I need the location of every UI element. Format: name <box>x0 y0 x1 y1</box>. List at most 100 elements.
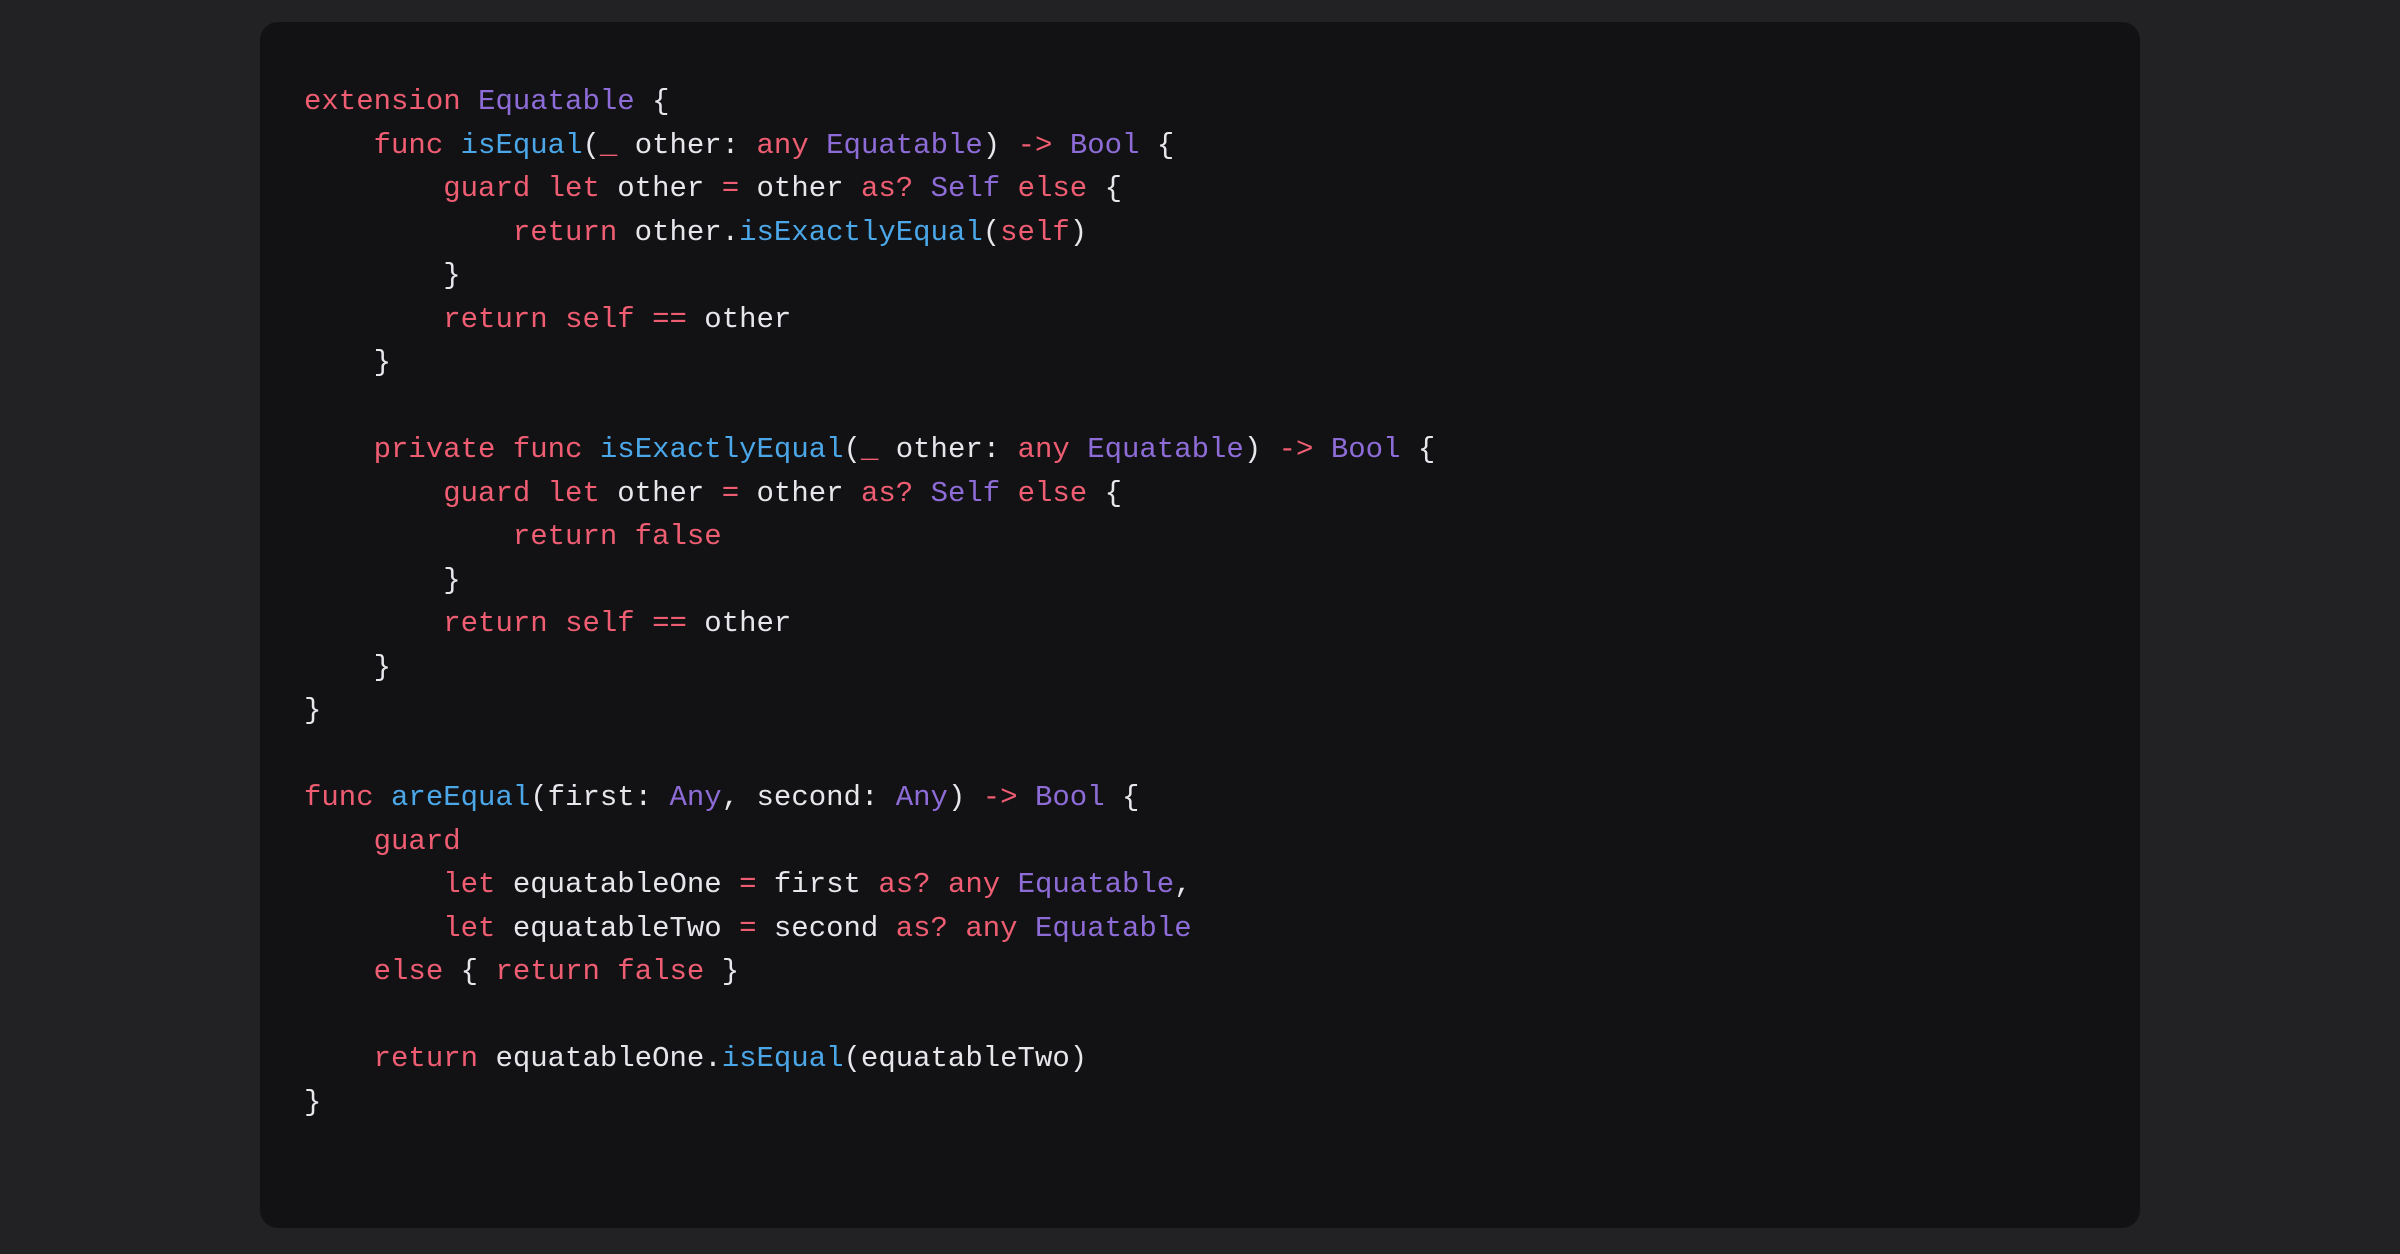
code-token-kw: _ <box>600 129 617 162</box>
code-token-plain <box>913 477 930 510</box>
code-token-plain: } <box>304 346 391 379</box>
code-token-kw: func <box>513 433 583 466</box>
code-token-plain <box>931 868 948 901</box>
code-token-plain: equatableTwo <box>495 912 739 945</box>
code-token-plain <box>600 955 617 988</box>
code-token-type: Self <box>931 477 1001 510</box>
code-token-kw: else <box>1018 477 1088 510</box>
code-token-plain <box>530 477 547 510</box>
code-token-kw: let <box>548 477 600 510</box>
code-token-plain <box>374 781 391 814</box>
code-token-kw: return <box>495 955 599 988</box>
code-token-kw: extension <box>304 85 461 118</box>
code-token-eq: == <box>652 607 687 640</box>
code-token-kw: func <box>304 781 374 814</box>
code-token-type: Bool <box>1331 433 1401 466</box>
code-token-plain <box>1070 433 1087 466</box>
code-token-kw: as? <box>861 477 913 510</box>
code-token-plain <box>530 172 547 205</box>
code-token-plain: other <box>739 477 861 510</box>
code-token-eq: -> <box>983 781 1018 814</box>
code-token-plain <box>304 477 443 510</box>
code-token-fn: isExactlyEqual <box>600 433 844 466</box>
code-token-plain <box>809 129 826 162</box>
code-token-kw: return <box>443 607 547 640</box>
code-token-plain: { <box>1087 477 1122 510</box>
code-token-plain: } <box>704 955 739 988</box>
code-token-plain <box>635 303 652 336</box>
code-token-plain: other: <box>617 129 756 162</box>
code-token-plain: ( <box>844 433 861 466</box>
code-token-self: self <box>565 607 635 640</box>
code-token-plain: ) <box>983 129 1018 162</box>
code-token-plain: { <box>635 85 670 118</box>
code-token-plain <box>304 129 374 162</box>
code-token-plain: other <box>739 172 861 205</box>
code-token-eq: == <box>652 303 687 336</box>
code-token-plain: , second: <box>722 781 896 814</box>
code-token-kw: else <box>374 955 444 988</box>
code-token-plain <box>1000 868 1017 901</box>
code-token-plain <box>304 433 374 466</box>
code-token-lit: false <box>635 520 722 553</box>
code-token-plain: } <box>304 694 321 727</box>
code-token-plain: other <box>687 303 791 336</box>
code-token-kw: let <box>443 912 495 945</box>
code-token-kw: any <box>948 868 1000 901</box>
code-token-fn: isEqual <box>722 1042 844 1075</box>
code-token-plain <box>635 607 652 640</box>
code-token-kw: _ <box>861 433 878 466</box>
code-token-plain <box>304 607 443 640</box>
code-token-plain: equatableOne <box>495 868 739 901</box>
code-token-plain: other <box>600 477 722 510</box>
code-token-kw: any <box>1018 433 1070 466</box>
code-token-kw: func <box>374 129 444 162</box>
code-token-type: Any <box>670 781 722 814</box>
code-token-plain: other <box>600 172 722 205</box>
code-block[interactable]: extension Equatable { func isEqual(_ oth… <box>304 80 2096 1124</box>
code-token-kw: let <box>548 172 600 205</box>
code-token-plain: { <box>1105 781 1140 814</box>
code-token-plain <box>304 172 443 205</box>
code-token-plain: } <box>304 564 461 597</box>
code-token-plain: ( <box>983 216 1000 249</box>
code-token-plain <box>304 912 443 945</box>
code-token-fn: areEqual <box>391 781 530 814</box>
code-token-fn: isExactlyEqual <box>739 216 983 249</box>
code-token-plain <box>461 85 478 118</box>
code-token-plain <box>304 955 374 988</box>
code-token-eq: = <box>739 868 756 901</box>
code-token-plain: { <box>1401 433 1436 466</box>
code-token-plain <box>304 868 443 901</box>
code-token-plain: other <box>687 607 791 640</box>
code-token-plain <box>1000 477 1017 510</box>
code-token-eq: = <box>722 477 739 510</box>
code-token-type: Bool <box>1035 781 1105 814</box>
code-token-eq: -> <box>1018 129 1053 162</box>
code-token-type: Equatable <box>1018 868 1175 901</box>
code-token-plain: ) <box>1070 216 1087 249</box>
code-token-plain <box>304 303 443 336</box>
code-token-type: Any <box>896 781 948 814</box>
code-token-type: Bool <box>1070 129 1140 162</box>
code-token-plain: ( <box>582 129 599 162</box>
code-token-kw: any <box>757 129 809 162</box>
code-token-plain: other. <box>617 216 739 249</box>
code-token-plain <box>548 607 565 640</box>
code-token-plain: (equatableTwo) <box>844 1042 1088 1075</box>
code-token-kw: as? <box>896 912 948 945</box>
code-token-plain <box>304 216 513 249</box>
code-token-plain: equatableOne. <box>478 1042 722 1075</box>
code-token-plain <box>1052 129 1069 162</box>
code-token-kw: as? <box>878 868 930 901</box>
code-token-plain <box>443 129 460 162</box>
code-token-plain: ) <box>948 781 983 814</box>
code-token-eq: = <box>722 172 739 205</box>
code-token-plain <box>948 912 965 945</box>
code-token-plain: } <box>304 1086 321 1119</box>
code-token-plain: (first: <box>530 781 669 814</box>
code-token-plain: , <box>1174 868 1191 901</box>
code-token-eq: = <box>739 912 756 945</box>
code-token-plain <box>617 520 634 553</box>
code-token-kw: return <box>513 216 617 249</box>
